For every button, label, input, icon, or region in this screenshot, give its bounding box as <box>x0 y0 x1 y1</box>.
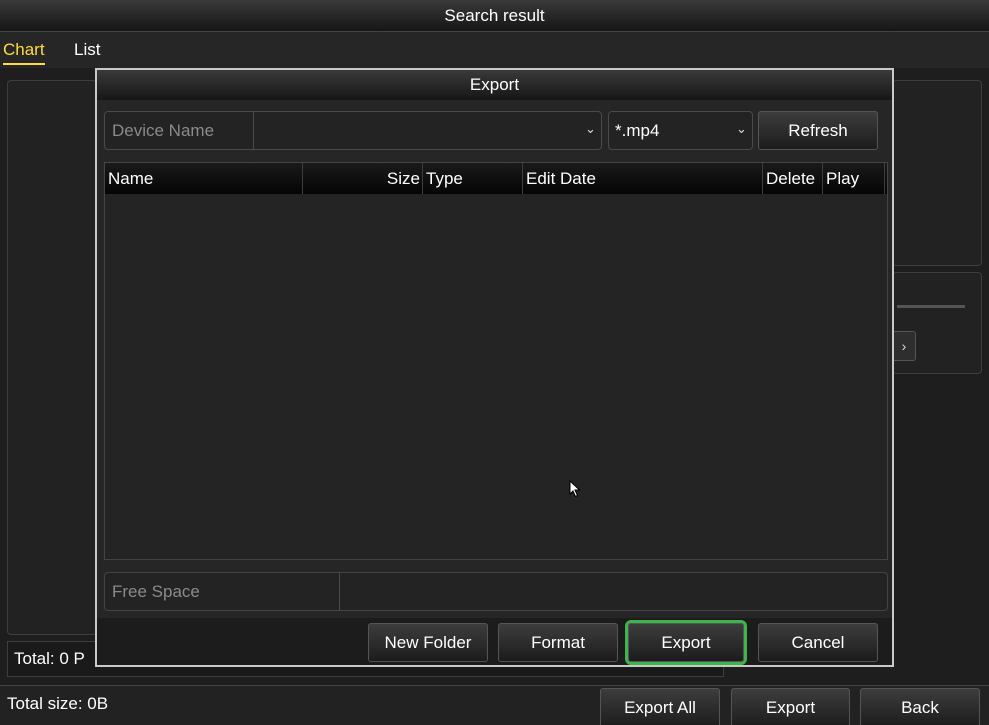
column-header-edit-date[interactable]: Edit Date <box>523 163 763 194</box>
total-count: Total: 0 P <box>14 649 85 668</box>
column-header-size[interactable]: Size <box>303 163 423 194</box>
chevron-right-icon: › <box>901 338 907 354</box>
device-name-row: Device Name ⌄ <box>104 111 602 150</box>
cancel-button[interactable]: Cancel <box>758 623 878 662</box>
dialog-title-text: Export <box>469 75 520 94</box>
free-space-label: Free Space <box>105 573 340 610</box>
column-header-delete[interactable]: Delete <box>763 163 823 194</box>
dialog-title: Export <box>97 70 892 100</box>
chevron-down-icon: ⌄ <box>585 121 596 136</box>
back-button[interactable]: Back <box>860 688 980 725</box>
device-name-label: Device Name <box>105 112 254 149</box>
progress-track <box>897 305 965 308</box>
free-space-row: Free Space <box>104 572 888 611</box>
window-title: Search result <box>0 0 989 32</box>
refresh-button[interactable]: Refresh <box>758 111 878 150</box>
export-all-button[interactable]: Export All <box>600 688 720 725</box>
chevron-down-icon: ⌄ <box>736 121 747 136</box>
column-header-type[interactable]: Type <box>423 163 523 194</box>
column-header-name[interactable]: Name <box>105 163 303 194</box>
mouse-pointer-icon <box>569 480 581 498</box>
file-table[interactable]: Name Size Type Edit Date Delete Play <box>104 162 888 560</box>
file-type-value: *.mp4 <box>615 120 660 140</box>
dialog-export-button[interactable]: Export <box>625 620 747 665</box>
window-title-text: Search result <box>444 5 545 25</box>
new-folder-button[interactable]: New Folder <box>368 623 488 662</box>
chart-panel <box>7 80 97 635</box>
export-button[interactable]: Export <box>731 688 850 725</box>
next-page-button[interactable]: › <box>892 331 916 361</box>
total-size: Total size: 0B <box>7 694 109 713</box>
export-dialog: Export Device Name ⌄ *.mp4 ⌄ Refresh Nam… <box>95 68 894 667</box>
device-name-select[interactable]: ⌄ <box>254 112 601 149</box>
preview-panel <box>892 80 982 266</box>
table-header: Name Size Type Edit Date Delete Play <box>105 163 887 194</box>
tab-list[interactable]: List <box>74 40 100 60</box>
file-type-select[interactable]: *.mp4 ⌄ <box>608 111 753 150</box>
tab-chart[interactable]: Chart <box>3 40 45 65</box>
format-button[interactable]: Format <box>498 623 618 662</box>
tab-bar: Chart List <box>0 32 989 68</box>
column-header-play[interactable]: Play <box>823 163 885 194</box>
